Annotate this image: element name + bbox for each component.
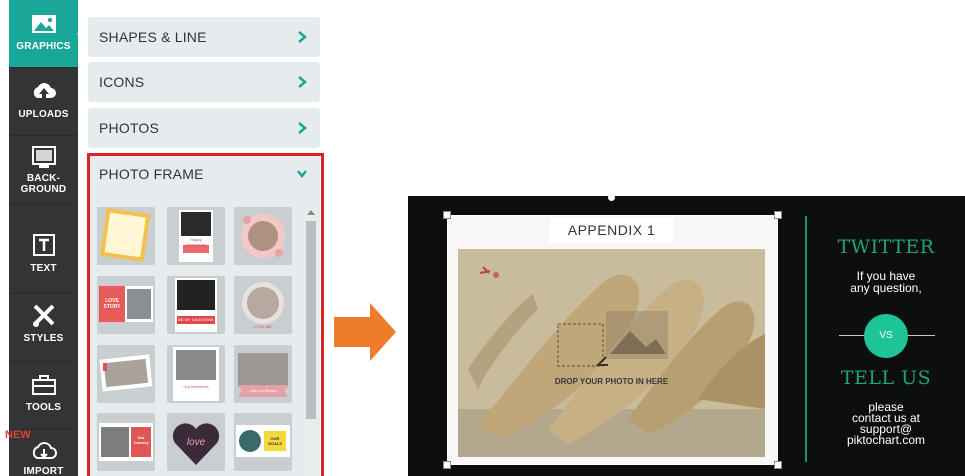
- toolbox-icon: [31, 375, 56, 395]
- rail-label: TEXT: [30, 263, 57, 274]
- chevron-right-icon: [298, 122, 307, 134]
- category-shapes-line[interactable]: SHAPES & LINE: [88, 17, 320, 57]
- category-label: SHAPES & LINE: [99, 29, 207, 45]
- rail-label-line1: BACK-: [26, 173, 61, 184]
- selection-box: [447, 215, 778, 465]
- cloud-upload-icon: [33, 83, 56, 99]
- text-icon: [32, 234, 55, 256]
- resize-handle-top-left[interactable]: [443, 211, 451, 219]
- divider-line: [805, 216, 807, 462]
- background-monitor-icon: [31, 146, 56, 168]
- chevron-right-icon: [298, 31, 307, 43]
- active-notch: [77, 27, 84, 41]
- rail-label: STYLES: [23, 333, 64, 344]
- rail-label: UPLOADS: [18, 109, 69, 120]
- vs-badge[interactable]: VS: [864, 314, 908, 358]
- photo-frame-highlight: [87, 153, 324, 476]
- screenshot-root: GRAPHICS UPLOADS BACK- GROUND TEXT STYLE…: [0, 0, 965, 476]
- rail-item-text[interactable]: TEXT: [9, 226, 78, 294]
- rail-label-line2: GROUND: [20, 184, 67, 195]
- left-toolbar: GRAPHICS UPLOADS BACK- GROUND TEXT STYLE…: [9, 0, 84, 476]
- rotate-handle[interactable]: [608, 194, 615, 201]
- rail-item-background[interactable]: BACK- GROUND: [9, 136, 78, 204]
- rail-label: GRAPHICS: [16, 41, 71, 52]
- chevron-right-icon: [298, 76, 307, 88]
- resize-handle-top-right[interactable]: [774, 211, 782, 219]
- category-photos[interactable]: PHOTOS: [88, 108, 320, 148]
- category-icons[interactable]: ICONS: [88, 62, 320, 102]
- tell-us-text-line[interactable]: piktochart.com: [816, 434, 956, 446]
- category-label: PHOTOS: [99, 120, 160, 136]
- styles-tools-icon: [32, 304, 54, 327]
- cloud-import-icon: [32, 442, 57, 459]
- rail-item-uploads[interactable]: UPLOADS: [9, 68, 78, 136]
- new-badge: NEW: [5, 429, 31, 441]
- rail-item-graphics[interactable]: GRAPHICS: [9, 0, 84, 68]
- rail-item-tools[interactable]: TOOLS: [9, 362, 78, 430]
- resize-handle-bottom-left[interactable]: [443, 461, 451, 469]
- orange-arrow-icon: [334, 303, 396, 361]
- twitter-title[interactable]: TWITTER: [816, 236, 956, 258]
- resize-handle-bottom-right[interactable]: [774, 461, 782, 469]
- rail-label: TOOLS: [25, 402, 62, 413]
- category-label: ICONS: [99, 74, 145, 90]
- image-icon: [31, 15, 56, 33]
- tell-us-title[interactable]: TELL US: [816, 367, 956, 389]
- rail-label: IMPORT: [23, 466, 64, 476]
- rail-item-styles[interactable]: STYLES: [9, 294, 78, 362]
- twitter-text-line[interactable]: any question,: [816, 282, 956, 294]
